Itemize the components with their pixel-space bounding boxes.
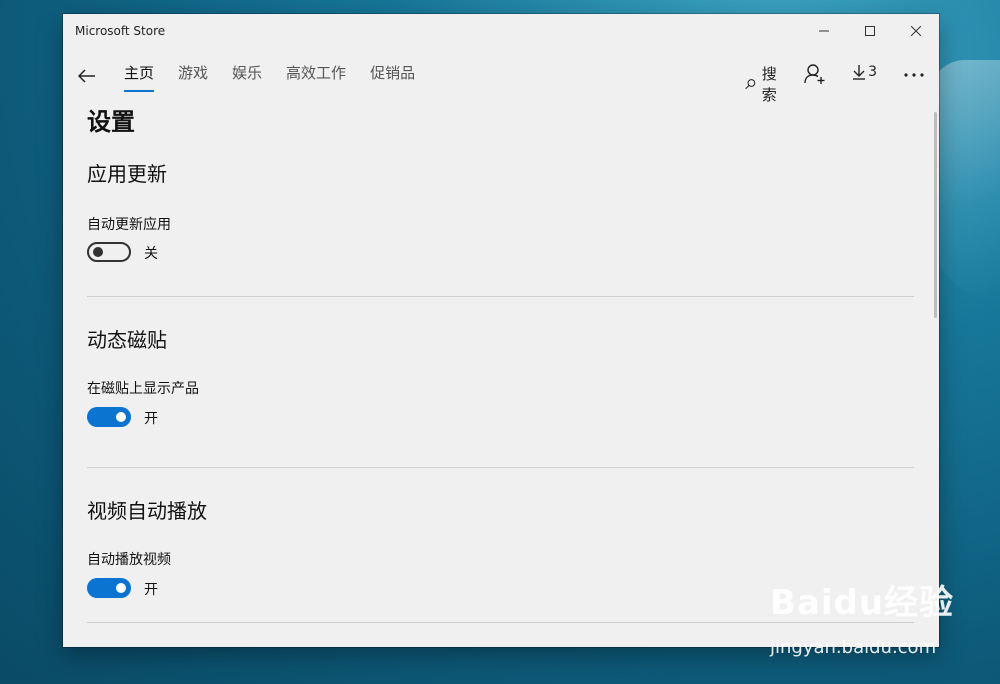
search-icon (745, 79, 756, 90)
maximize-button[interactable] (847, 14, 893, 48)
minimize-icon (819, 30, 829, 32)
page-title: 设置 (87, 108, 135, 136)
app-title: Microsoft Store (75, 24, 166, 38)
title-bar[interactable]: Microsoft Store (63, 14, 939, 48)
toggle-knob (116, 583, 126, 593)
window-controls (801, 14, 939, 48)
tab-home[interactable]: 主页 (124, 48, 155, 110)
back-arrow-icon (78, 69, 95, 83)
tab-productivity[interactable]: 高效工作 (286, 48, 346, 110)
toggle-knob (116, 412, 126, 422)
search-label: 搜索 (761, 65, 777, 104)
store-window: Microsoft Store 主页 游戏 娱乐 高效工作 促销品 搜索 3 设… (63, 14, 939, 647)
user-add-icon (804, 64, 825, 84)
maximize-icon (865, 26, 875, 36)
toggle-state-label: 开 (144, 411, 158, 427)
watermark-url: jingyan.baidu.com (770, 637, 937, 658)
close-button[interactable] (893, 14, 939, 48)
divider (87, 296, 914, 297)
tab-games[interactable]: 游戏 (178, 48, 208, 110)
download-icon (853, 65, 866, 80)
video-autoplay-toggle[interactable] (87, 578, 131, 598)
section-title: 动态磁贴 (87, 328, 167, 352)
desktop-wallpaper-wave (930, 60, 1000, 300)
toggle-knob (93, 247, 103, 257)
downloads-count: 3 (868, 64, 877, 80)
section-title: 视频自动播放 (87, 499, 207, 523)
scrollbar-thumb[interactable] (934, 112, 937, 318)
watermark-logo: Baidu经验 (770, 583, 955, 623)
section-title: 应用更新 (87, 162, 167, 186)
tab-deals[interactable]: 促销品 (370, 48, 415, 110)
back-button[interactable] (75, 64, 99, 88)
toggle-state-label: 关 (144, 246, 158, 262)
tab-entertainment[interactable]: 娱乐 (232, 48, 262, 110)
nav-bar: 主页 游戏 娱乐 高效工作 促销品 搜索 3 (63, 48, 939, 110)
divider (87, 467, 914, 468)
nav-tabs: 主页 游戏 娱乐 高效工作 促销品 (124, 48, 439, 110)
more-dots-icon (904, 73, 924, 77)
setting-label: 在磁贴上显示产品 (87, 381, 199, 397)
baidu-watermark: Baidu经验 jingyan.baidu.com (770, 575, 1000, 675)
more-button[interactable] (903, 64, 925, 86)
setting-label: 自动更新应用 (87, 217, 171, 233)
search-button[interactable]: 搜索 (745, 63, 782, 105)
close-icon (911, 26, 921, 36)
downloads-button[interactable]: 3 (852, 64, 877, 80)
toggle-state-label: 开 (144, 582, 158, 598)
minimize-button[interactable] (801, 14, 847, 48)
account-button[interactable] (802, 60, 828, 88)
live-tile-toggle[interactable] (87, 407, 131, 427)
setting-label: 自动播放视频 (87, 552, 171, 568)
auto-update-toggle[interactable] (87, 242, 131, 262)
